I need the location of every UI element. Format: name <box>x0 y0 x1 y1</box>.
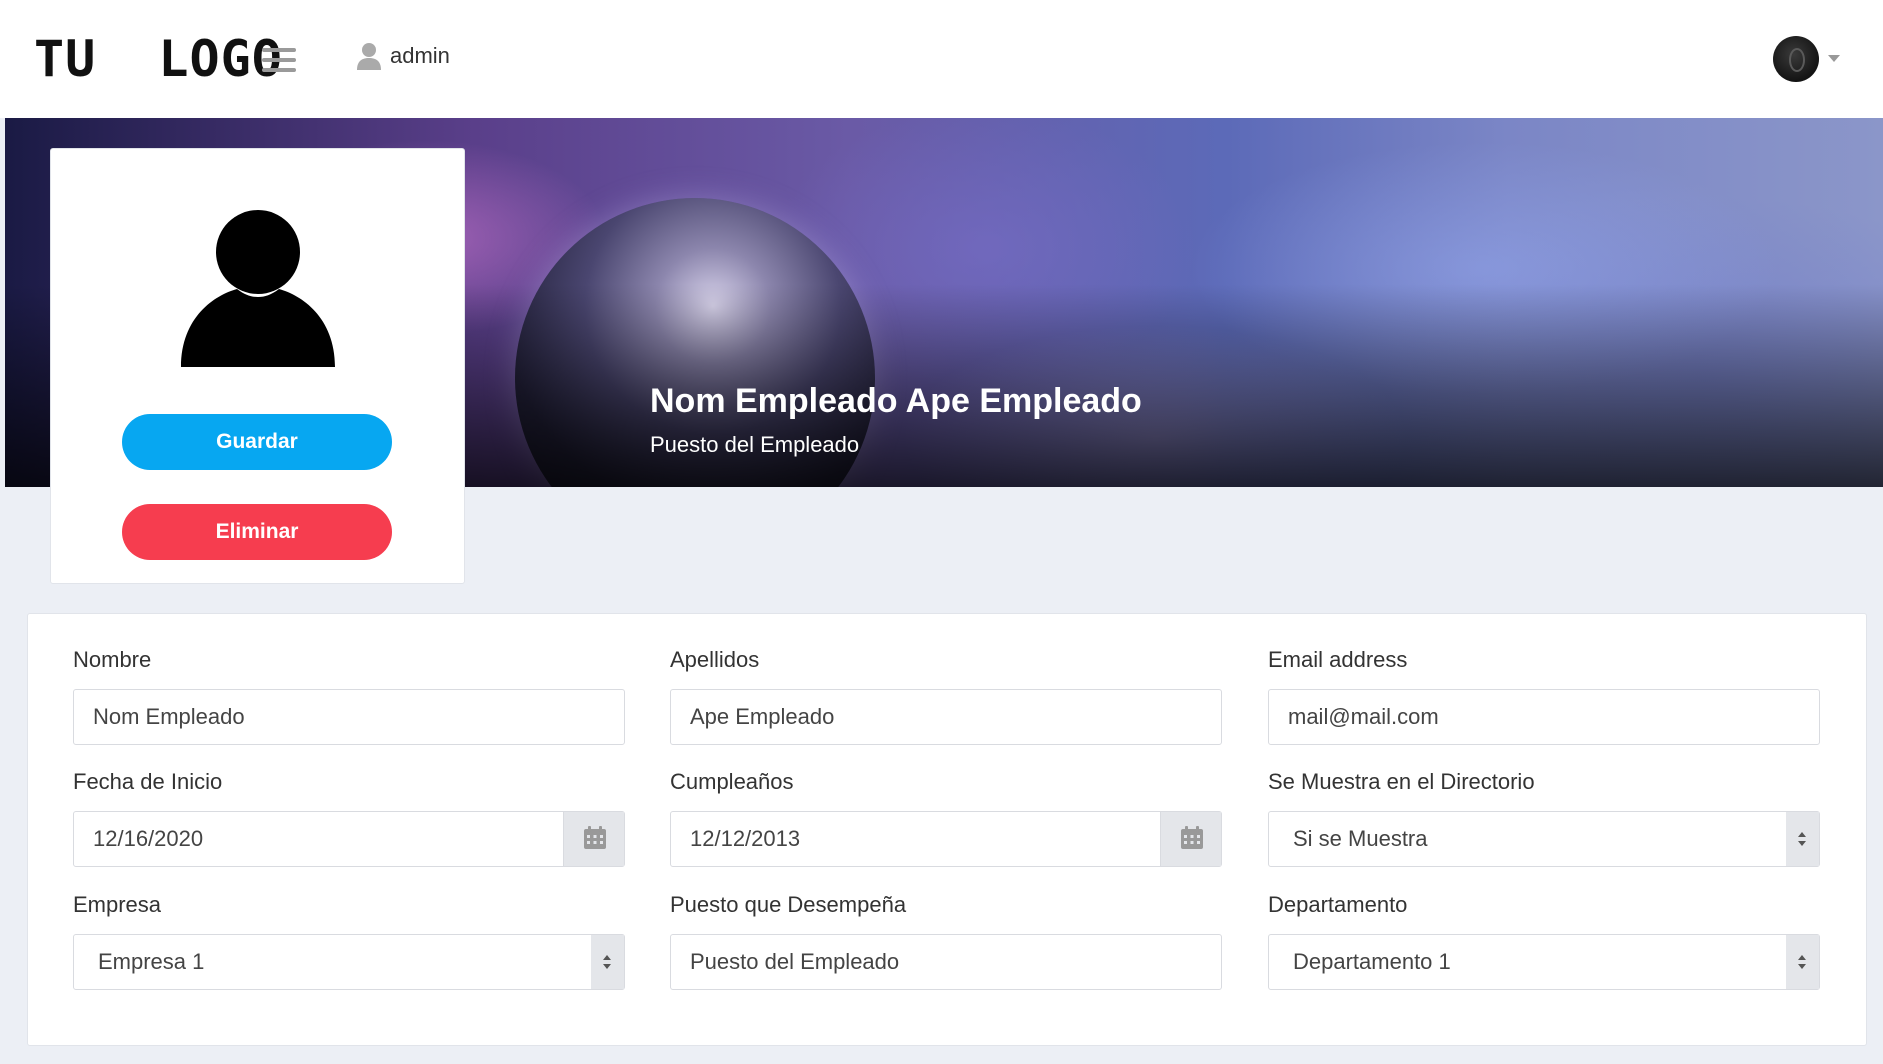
avatar-placeholder-icon[interactable] <box>179 209 337 367</box>
logo[interactable]: TU LOGO <box>34 30 283 88</box>
directorio-value: Si se Muestra <box>1293 826 1428 851</box>
cumpleanos-input[interactable]: 12/12/2013 <box>670 811 1222 867</box>
departamento-select[interactable]: Departamento 1 <box>1268 934 1820 990</box>
field-cumpleanos: Cumpleaños 12/12/2013 <box>670 767 1222 867</box>
empresa-value: Empresa 1 <box>98 949 205 974</box>
nombre-value: Nom Empleado <box>93 704 245 729</box>
avatar[interactable] <box>1773 36 1819 82</box>
field-empresa: Empresa Empresa 1 <box>73 890 625 990</box>
empresa-label: Empresa <box>73 892 162 917</box>
user-menu[interactable]: admin <box>356 42 450 70</box>
field-apellidos: Apellidos Ape Empleado <box>670 645 1222 745</box>
employee-role: Puesto del Empleado <box>650 432 860 457</box>
select-arrows-icon[interactable] <box>1786 812 1819 866</box>
caret-down-icon[interactable] <box>1828 55 1840 62</box>
profile-card: Guardar Eliminar <box>50 148 465 584</box>
cumpleanos-label: Cumpleaños <box>670 769 794 794</box>
field-directorio: Se Muestra en el Directorio Si se Muestr… <box>1268 767 1820 867</box>
email-value: mail@mail.com <box>1288 704 1439 729</box>
puesto-label: Puesto que Desempeña <box>670 892 907 917</box>
calendar-icon <box>1181 826 1203 849</box>
puesto-value: Puesto del Empleado <box>690 949 900 974</box>
employee-form: Nombre Nom Empleado Apellidos Ape Emplea… <box>27 613 1867 1046</box>
empresa-select[interactable]: Empresa 1 <box>73 934 625 990</box>
apellidos-input[interactable]: Ape Empleado <box>670 689 1222 745</box>
field-fecha-inicio: Fecha de Inicio 12/16/2020 <box>73 767 625 867</box>
top-navbar: TU LOGO admin <box>0 0 1883 118</box>
field-nombre: Nombre Nom Empleado <box>73 645 625 745</box>
apellidos-label: Apellidos <box>670 647 760 672</box>
directorio-label: Se Muestra en el Directorio <box>1268 769 1535 794</box>
employee-name: Nom Empleado Ape Empleado <box>650 382 1142 420</box>
field-email: Email address mail@mail.com <box>1268 645 1820 745</box>
select-arrows-icon[interactable] <box>1786 935 1819 989</box>
email-input[interactable]: mail@mail.com <box>1268 689 1820 745</box>
delete-button[interactable]: Eliminar <box>122 504 392 560</box>
select-arrows-icon[interactable] <box>591 935 624 989</box>
fecha-inicio-label: Fecha de Inicio <box>73 769 223 794</box>
fecha-inicio-value: 12/16/2020 <box>93 826 204 851</box>
fecha-inicio-input[interactable]: 12/16/2020 <box>73 811 625 867</box>
menu-icon[interactable] <box>262 48 296 74</box>
cumpleanos-value: 12/12/2013 <box>690 826 801 851</box>
calendar-icon <box>584 826 606 849</box>
departamento-label: Departamento <box>1268 892 1408 917</box>
nombre-input[interactable]: Nom Empleado <box>73 689 625 745</box>
apellidos-value: Ape Empleado <box>690 704 835 729</box>
fecha-inicio-calendar-button[interactable] <box>563 812 624 866</box>
puesto-input[interactable]: Puesto del Empleado <box>670 934 1222 990</box>
email-label: Email address <box>1268 647 1408 672</box>
user-name: admin <box>390 43 450 68</box>
departamento-value: Departamento 1 <box>1293 949 1451 974</box>
field-puesto: Puesto que Desempeña Puesto del Empleado <box>670 890 1222 990</box>
directorio-select[interactable]: Si se Muestra <box>1268 811 1820 867</box>
nombre-label: Nombre <box>73 647 152 672</box>
save-button[interactable]: Guardar <box>122 414 392 470</box>
field-departamento: Departamento Departamento 1 <box>1268 890 1820 990</box>
cumpleanos-calendar-button[interactable] <box>1160 812 1221 866</box>
user-icon <box>357 43 381 70</box>
